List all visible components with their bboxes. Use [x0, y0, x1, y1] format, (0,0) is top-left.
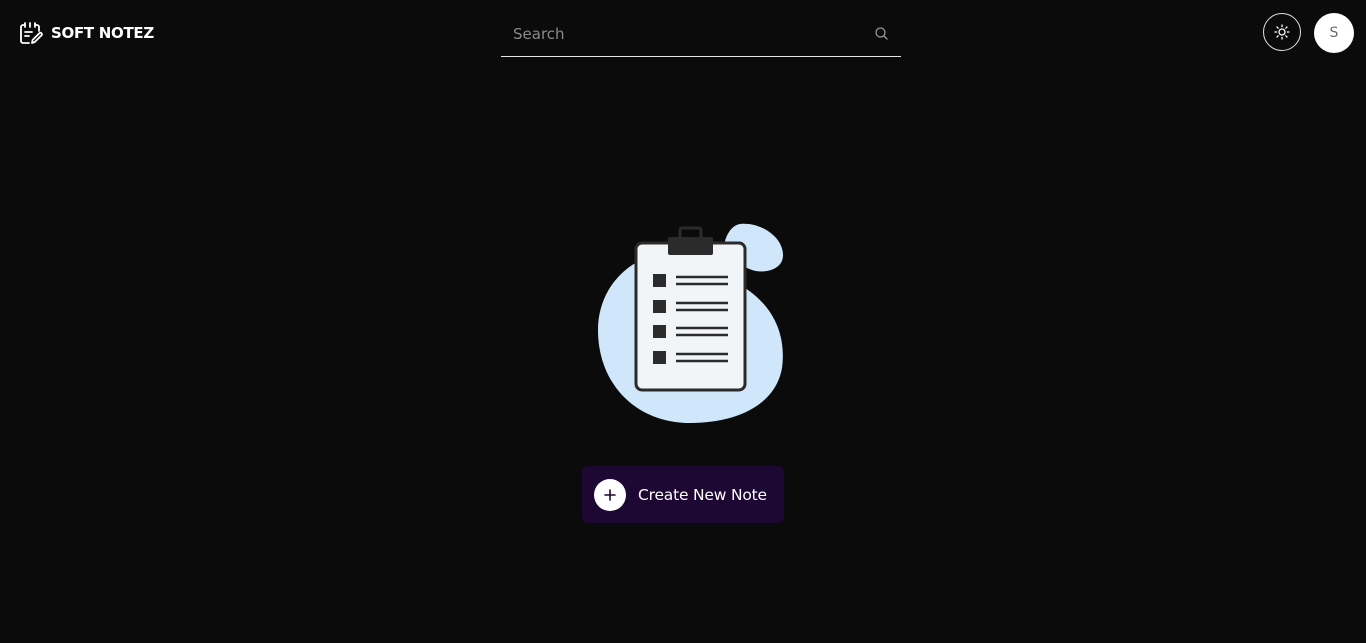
theme-toggle-button[interactable]	[1263, 13, 1301, 51]
avatar-initial: S	[1329, 25, 1339, 41]
user-avatar[interactable]: S	[1314, 13, 1354, 53]
app-name: SOFT NOTEZ	[51, 24, 154, 42]
search-input[interactable]	[501, 12, 861, 55]
search-bar	[501, 12, 901, 57]
notepad-pencil-icon	[20, 22, 43, 44]
search-icon[interactable]	[874, 26, 889, 41]
plus-icon	[604, 488, 616, 501]
app-root: SOFT NOTEZ Search S Create New Note	[0, 0, 1366, 643]
plus-circle	[594, 478, 626, 511]
top-bar: SOFT NOTEZ S	[0, 0, 1366, 66]
create-new-note-label: Create New Note	[638, 485, 767, 504]
sun-icon	[1274, 24, 1290, 40]
create-new-note-button[interactable]: Create New Note	[582, 466, 784, 523]
brand-logo[interactable]: SOFT NOTEZ	[18, 20, 154, 46]
clipboard-checklist-icon	[598, 223, 784, 423]
